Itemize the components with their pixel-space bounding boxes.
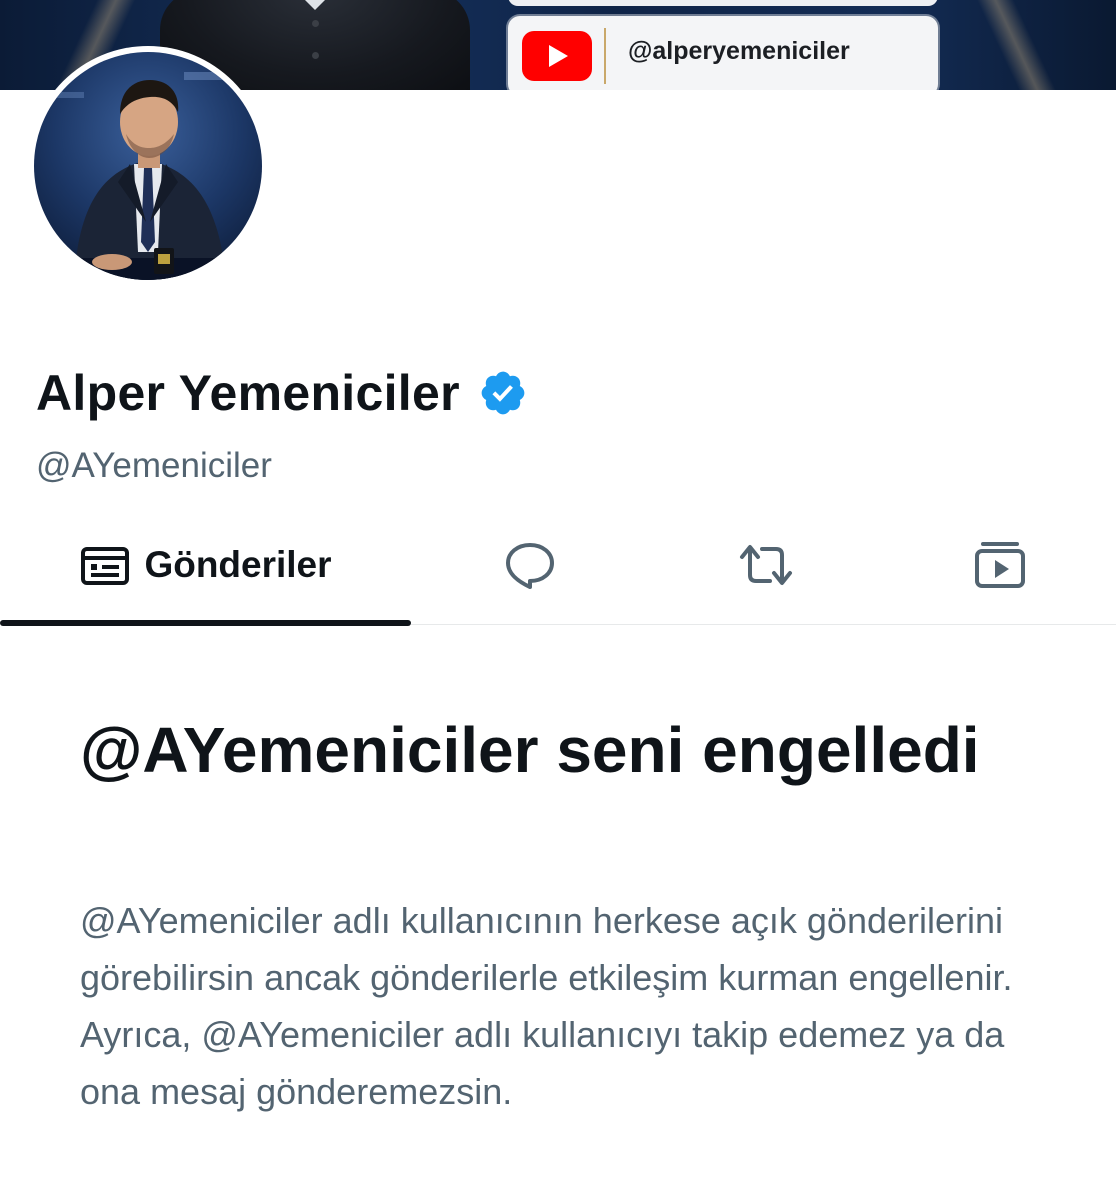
banner-youtube-card: @alperyemeniciler: [508, 16, 938, 90]
banner-suit-button: [312, 52, 319, 59]
profile-display-name: Alper Yemeniciler: [36, 365, 460, 421]
tab-selected-indicator: [0, 620, 411, 626]
profile-name-row: Alper Yemeniciler: [36, 364, 528, 422]
banner-shirt: [295, 0, 335, 10]
tab-posts[interactable]: Gönderiler: [0, 506, 412, 624]
blocked-notice-title: @AYemeniciler seni engelledi: [80, 714, 980, 786]
media-play-icon: [975, 542, 1025, 588]
profile-tabs: Gönderiler: [0, 506, 1116, 626]
tab-replies[interactable]: [412, 506, 648, 624]
avatar-photo: [34, 52, 262, 280]
tab-media[interactable]: [884, 506, 1116, 624]
verified-badge-icon[interactable]: [478, 368, 528, 418]
banner-suit-button: [312, 20, 319, 27]
banner-light-right: [926, 0, 1116, 90]
avatar[interactable]: [28, 46, 268, 286]
reply-icon: [506, 543, 554, 589]
tab-posts-label: Gönderiler: [144, 544, 332, 585]
repost-icon: [740, 545, 792, 585]
banner-separator: [604, 28, 606, 84]
blocked-notice-body: @AYemeniciler adlı kullanıcının herkese …: [80, 900, 1013, 1112]
profile-handle: @AYemeniciler: [36, 446, 272, 485]
banner-card-top: [508, 0, 938, 6]
posts-icon: [81, 547, 130, 585]
banner-youtube-handle: @alperyemeniciler: [628, 36, 850, 65]
youtube-icon: [522, 31, 592, 81]
tab-reposts[interactable]: [648, 506, 884, 624]
